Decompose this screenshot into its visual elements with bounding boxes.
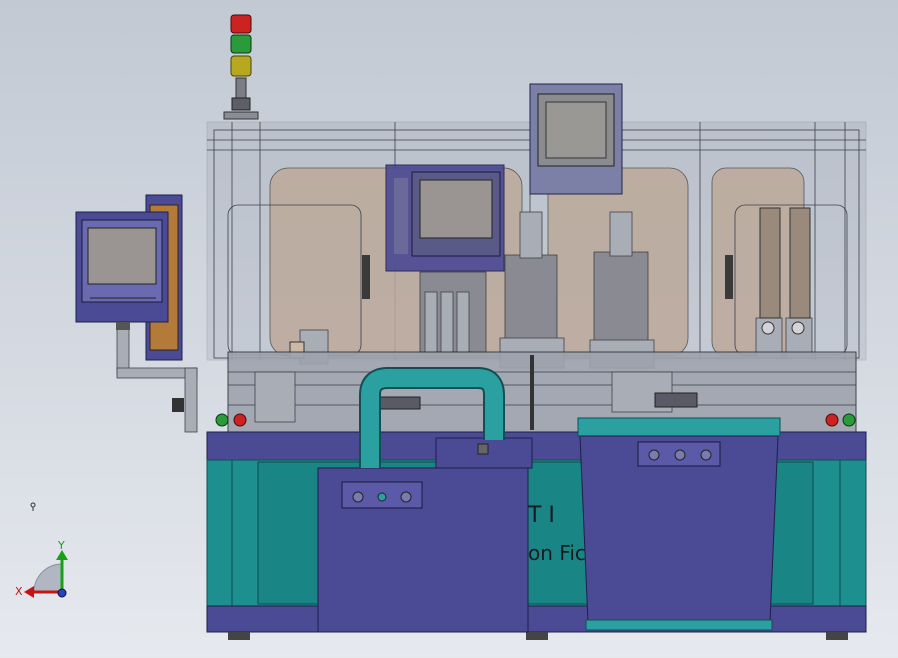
right-knob-3[interactable] <box>700 449 712 461</box>
hmi-screen[interactable] <box>87 227 157 285</box>
left-red-button[interactable] <box>233 413 247 427</box>
right-green-button[interactable] <box>842 413 856 427</box>
coordinate-triad-icon: Y X <box>15 539 68 598</box>
pin-marker <box>30 502 36 511</box>
tower-green-lamp <box>230 34 252 54</box>
door-handle-left <box>362 255 370 299</box>
door-handle-right <box>725 255 733 299</box>
tower-red-lamp <box>230 14 252 34</box>
top-control-box <box>529 83 623 195</box>
left-green-button[interactable] <box>215 413 229 427</box>
right-red-button[interactable] <box>825 413 839 427</box>
tower-yellow-lamp <box>230 55 252 77</box>
signal-tower-icon <box>223 14 259 120</box>
right-knob-1[interactable] <box>648 449 660 461</box>
origin-dot <box>57 588 67 598</box>
machine-assembly-drawing: T I on Fictio Y X <box>15 14 867 640</box>
right-knob-2[interactable] <box>674 449 686 461</box>
cad-viewport[interactable]: T I on Fictio Y X <box>0 0 898 658</box>
left-indicator <box>377 492 387 502</box>
left-knob-1[interactable] <box>352 491 364 503</box>
left-knob-2[interactable] <box>400 491 412 503</box>
y-axis-label: Y <box>57 539 65 552</box>
right-cabinet <box>577 417 781 631</box>
watermark-line1: T I <box>527 503 555 528</box>
x-axis-label: X <box>15 585 23 598</box>
inner-monitor <box>385 164 505 272</box>
